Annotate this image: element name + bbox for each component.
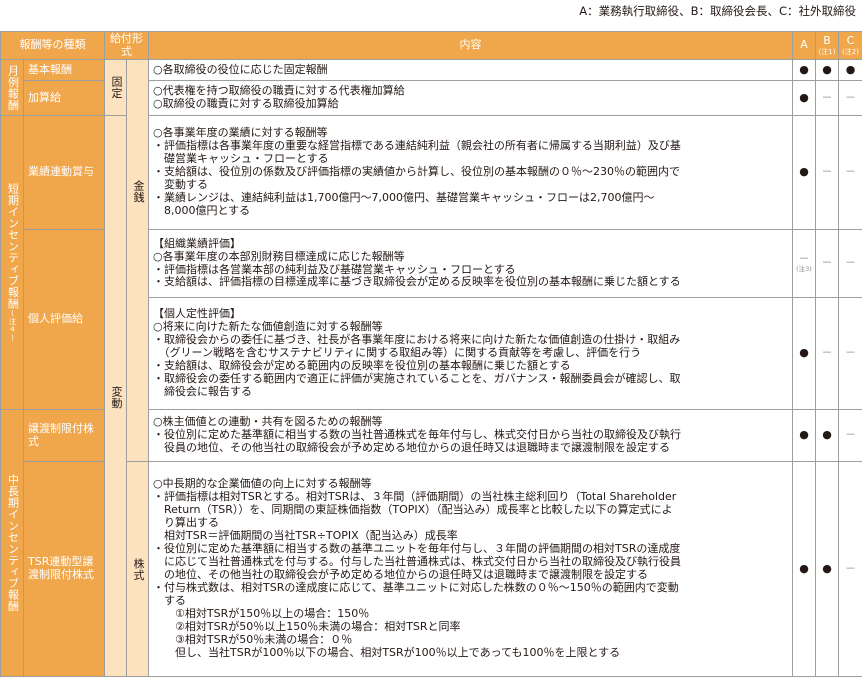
header-a: A xyxy=(792,31,816,60)
header-content: 内容 xyxy=(148,31,793,60)
mark-c: － xyxy=(838,297,862,410)
row-content: 【個人定性評価】 ○将来に向けた新たな価値創造に対する報酬等 ・取締役会からの委任に… xyxy=(148,297,793,410)
mark-b: ● xyxy=(815,461,839,677)
header-c: C (注2) xyxy=(838,31,862,60)
mark-a: ● xyxy=(792,59,816,81)
header-b: B (注1) xyxy=(815,31,839,60)
table-row: 月例報酬 基本報酬 固定 金銭 ○各取締役の役位に応じた固定報酬 ● ● ● xyxy=(0,59,862,462)
mark-b: － xyxy=(815,297,839,410)
mark-c: － xyxy=(838,229,862,298)
mark-b: ● xyxy=(815,59,839,81)
row-content: ○各取締役の役位に応じた固定報酬 xyxy=(148,59,793,81)
row-name: 加算給 xyxy=(23,80,105,116)
form-stock: 株式 xyxy=(126,461,149,677)
form-money: 金銭 xyxy=(126,59,149,462)
row-name: 基本報酬 xyxy=(23,59,105,81)
header-row: 報酬等の種類 給付形式 内容 A B (注1) C (注2) xyxy=(0,31,862,60)
category-monthly: 月例報酬 xyxy=(0,59,24,116)
mark-c: － xyxy=(838,461,862,677)
mark-a: ● xyxy=(792,409,816,462)
mark-a: － (注3) xyxy=(792,229,816,298)
row-content: ○株主価値との連動・共有を図るための報酬等 ・役位別に定めた基準額に相当する数の当… xyxy=(148,409,793,462)
row-name: TSR連動型譲渡制限付株式 xyxy=(23,461,105,677)
mark-a: ● xyxy=(792,297,816,410)
mark-a: ● xyxy=(792,115,816,230)
row-content: ○各事業年度の業績に対する報酬等 ・評価指標は各事業年度の重要な経営指標である連結… xyxy=(148,115,793,230)
compensation-table: 報酬等の種類 給付形式 内容 A B (注1) C (注2) 月例報酬 基本報酬 固… xyxy=(0,31,862,677)
mark-b: － xyxy=(815,115,839,230)
row-content: 【組織業績評価】 ○各事業年度の本部別財務目標達成に応じた報酬等 ・評価指標は各営業… xyxy=(148,229,793,298)
row-content: ○中長期的な企業価値の向上に対する報酬等 ・評価指標は相対TSRとする。相対TSR… xyxy=(148,461,793,677)
category-long: 中長期インセンティブ報酬 xyxy=(0,409,24,677)
mark-c: － xyxy=(838,115,862,230)
row-name: 個人評価給 xyxy=(23,229,105,410)
form-variable: 変動 xyxy=(104,115,127,677)
mark-a: ● xyxy=(792,80,816,116)
category-short: 短期インセンティブ報酬(注4) xyxy=(0,115,24,410)
mark-c: ● xyxy=(838,59,862,81)
mark-b: － xyxy=(815,229,839,298)
row-name: 業績連動賞与 xyxy=(23,115,105,230)
row-content: ○代表権を持つ取締役の職責に対する代表権加算給 ○取締役の職責に対する取締役加算給 xyxy=(148,80,793,116)
mark-b: － xyxy=(815,80,839,116)
form-fixed: 固定 xyxy=(104,59,127,116)
mark-a: ● xyxy=(792,461,816,677)
mark-c: － xyxy=(838,409,862,462)
row-name: 譲渡制限付株式 xyxy=(23,409,105,462)
legend: A：業務執行取締役、B：取締役会長、C：社外取締役 xyxy=(579,4,856,18)
header-form: 給付形式 xyxy=(104,31,149,60)
mark-c: － xyxy=(838,80,862,116)
table-row: TSR連動型譲渡制限付株式 株式 ○中長期的な企業価値の向上に対する報酬等 ・評価… xyxy=(1,461,862,677)
mark-b: ● xyxy=(815,409,839,462)
header-type: 報酬等の種類 xyxy=(0,31,105,60)
